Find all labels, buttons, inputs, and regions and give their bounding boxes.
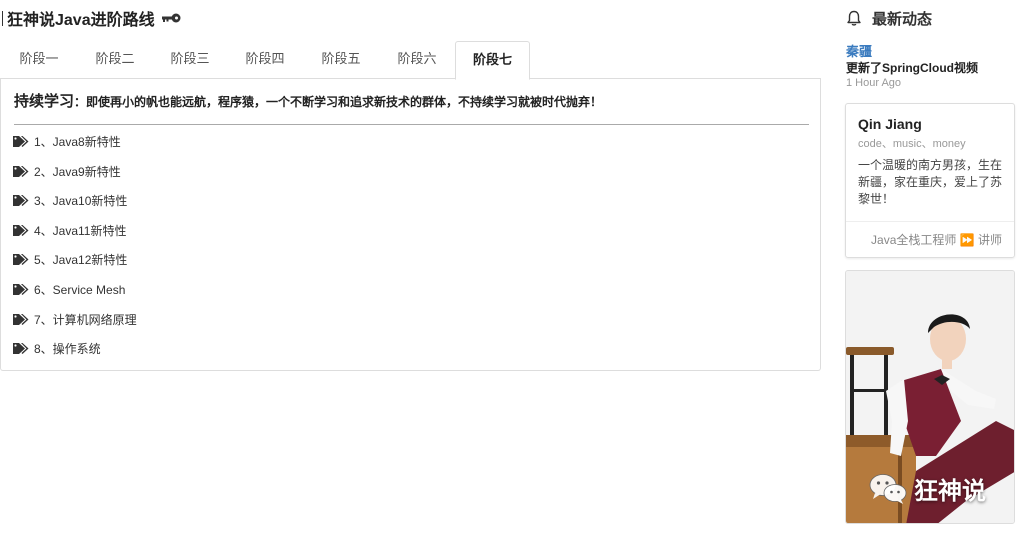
wechat-icon [868,472,908,506]
tab-stage-4[interactable]: 阶段四 [234,41,296,79]
tab-stage-1[interactable]: 阶段一 [8,41,70,79]
tags-icon [13,252,31,266]
list-item-label: 3、Java10新特性 [34,193,128,208]
tags-icon [13,312,31,326]
list-item-label: 8、操作系统 [34,341,101,356]
list-item[interactable]: 8、操作系统 [13,339,101,357]
tags-icon [13,223,31,237]
news-user-link[interactable]: 秦疆 [846,41,872,60]
list-item-label: 5、Java12新特性 [34,252,128,267]
panel-title: 持续学习 [14,93,75,110]
tab-stage-3[interactable]: 阶段三 [159,41,221,79]
list-item[interactable]: 2、Java9新特性 [13,162,121,180]
watermark-text: 狂神说 [914,478,986,505]
page-title: 狂神说Java进阶路线 [0,6,181,30]
list-item[interactable]: 5、Java12新特性 [13,250,127,268]
profile-tags: code、music、money [858,138,966,150]
list-item[interactable]: 7、计算机网络原理 [13,310,137,328]
news-text: 更新了SpringCloud视频 [846,61,978,75]
panel-description: ：即使再小的帆也能远航，程序猿，一个不断学习和追求新技术的群体，不持续学习就被时… [74,95,603,109]
tags-icon [13,193,31,207]
tags-icon [13,164,31,178]
profile-name: Qin Jiang [858,116,922,132]
list-item[interactable]: 4、Java11新特性 [13,221,126,239]
title-bar-divider [2,10,3,26]
list-item-label: 2、Java9新特性 [34,164,121,179]
list-item-label: 4、Java11新特性 [34,223,127,238]
list-item-label: 6、Service Mesh [34,282,126,297]
tab-stage-6[interactable]: 阶段六 [386,41,448,79]
photo-watermark: 狂神说 [868,471,986,506]
tab-stage-2[interactable]: 阶段二 [84,41,146,79]
profile-card: Qin Jiang code、music、money 一个温暖的南方男孩，生在新… [845,103,1015,258]
news-heading: 最新动态 [846,8,932,28]
news-timestamp: 1 Hour Ago [846,77,902,89]
tags-icon [13,134,31,148]
profile-role-link[interactable]: Java全栈工程师 ⏩ 讲师 [846,221,1014,258]
list-item[interactable]: 3、Java10新特性 [13,191,127,209]
panel-heading: 持续学习：即使再小的帆也能远航，程序猿，一个不断学习和追求新技术的群体，不持续学… [14,90,809,125]
list-item-label: 1、Java8新特性 [34,134,121,149]
list-item[interactable]: 6、Service Mesh [13,280,125,298]
news-title: 最新动态 [872,10,933,28]
key-icon [161,12,181,24]
profile-bio: 一个温暖的南方男孩，生在新疆，家在重庆，爱上了苏黎世！ [858,158,1003,206]
tags-icon [13,341,31,355]
stage-tabs: 阶段一 阶段二 阶段三 阶段四 阶段五 阶段六 阶段七 [0,41,820,80]
page-title-text: 狂神说Java进阶路线 [7,12,155,29]
list-item-label: 7、计算机网络原理 [34,312,137,327]
bell-icon [846,10,862,27]
tab-stage-7[interactable]: 阶段七 [455,41,530,80]
profile-photo: 狂神说 [845,270,1015,524]
tab-stage-5[interactable]: 阶段五 [310,41,372,79]
tags-icon [13,282,31,296]
list-item[interactable]: 1、Java8新特性 [13,132,121,150]
